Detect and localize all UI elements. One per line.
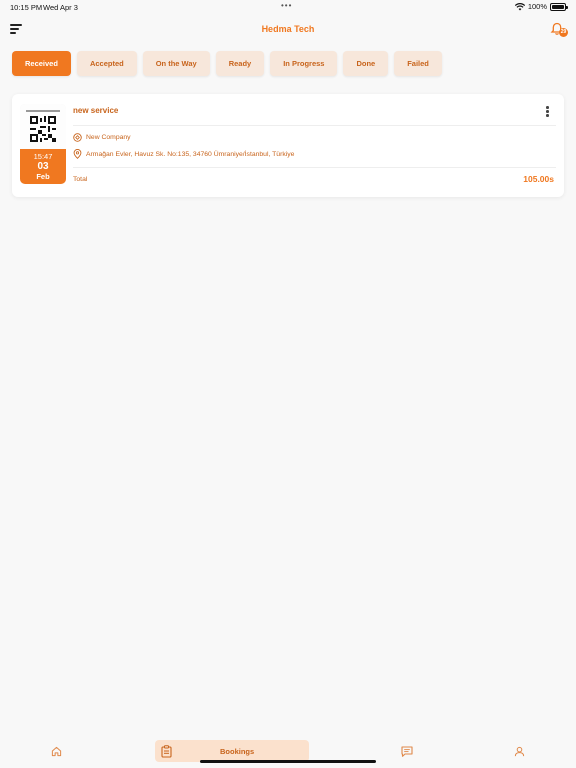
tab-label: Done [356, 59, 376, 68]
chat-icon [401, 745, 413, 757]
booking-thumbnail: 15:47 03 Feb [20, 104, 66, 184]
location-pin-icon [73, 149, 82, 159]
booking-card[interactable]: 15:47 03 Feb new service New Company Arm… [12, 94, 564, 197]
company-icon [73, 133, 82, 142]
bottom-navigation: Bookings [0, 738, 576, 768]
battery-level [552, 4, 564, 9]
nav-bookings-label: Bookings [220, 746, 255, 756]
tab-label: On the Way [155, 59, 197, 68]
more-options-icon[interactable] [546, 106, 550, 118]
app-title: Hedma Tech [261, 24, 315, 34]
battery-icon [550, 2, 568, 11]
notifications-button[interactable]: 29 [550, 22, 568, 38]
total-value: 105.00s [523, 174, 554, 184]
tab-label: Received [25, 59, 58, 68]
home-icon [51, 746, 61, 756]
nav-bookings[interactable]: Bookings [155, 740, 309, 762]
booking-month: Feb [36, 172, 50, 181]
home-indicator[interactable] [200, 760, 376, 763]
address-text: Armağan Evler, Havuz Sk. No:135, 34760 Ü… [86, 150, 295, 158]
clipboard-icon [161, 744, 172, 758]
booking-time: 15:47 [33, 152, 53, 161]
total-label: Total [73, 176, 88, 183]
status-time: 10:15 PM [10, 3, 43, 12]
battery-percentage: 100% [527, 2, 547, 11]
divider [73, 167, 556, 168]
multitasking-dots[interactable]: ••• [281, 1, 292, 10]
qr-code-icon [30, 116, 56, 142]
tab-label: Accepted [89, 59, 124, 68]
tab-label: Ready [228, 59, 252, 68]
tab-accepted[interactable]: Accepted [76, 51, 137, 76]
divider [73, 125, 556, 126]
tab-on-the-way[interactable]: On the Way [142, 51, 210, 76]
tab-failed[interactable]: Failed [394, 51, 442, 76]
tab-done[interactable]: Done [343, 51, 389, 76]
tab-in-progress[interactable]: In Progress [270, 51, 338, 76]
notification-badge: 29 [559, 28, 568, 37]
company-name: New Company [86, 134, 131, 141]
status-tabs: Received Accepted On the Way Ready In Pr… [12, 51, 442, 76]
tab-label: In Progress [283, 59, 325, 68]
tab-label: Failed [407, 59, 429, 68]
user-icon [514, 746, 524, 756]
booking-date-block: 15:47 03 Feb [20, 149, 66, 184]
thumbnail-caption-line [26, 110, 60, 112]
booking-title: new service [73, 106, 119, 115]
address-row: Armağan Evler, Havuz Sk. No:135, 34760 Ü… [73, 149, 294, 159]
app-header: Hedma Tech 29 [0, 16, 576, 44]
wifi-icon [514, 2, 525, 10]
tab-ready[interactable]: Ready [215, 51, 265, 76]
booking-day: 03 [37, 161, 49, 172]
tab-received[interactable]: Received [12, 51, 71, 76]
status-date: Wed Apr 3 [43, 3, 78, 12]
nav-profile[interactable] [511, 740, 527, 762]
company-row: New Company [73, 133, 131, 142]
status-bar: 10:15 PM Wed Apr 3 ••• 100% [0, 0, 576, 14]
qr-code-image [20, 104, 66, 150]
nav-home[interactable] [48, 740, 64, 762]
status-indicators: 100% [514, 2, 568, 11]
nav-messages[interactable] [399, 740, 415, 762]
